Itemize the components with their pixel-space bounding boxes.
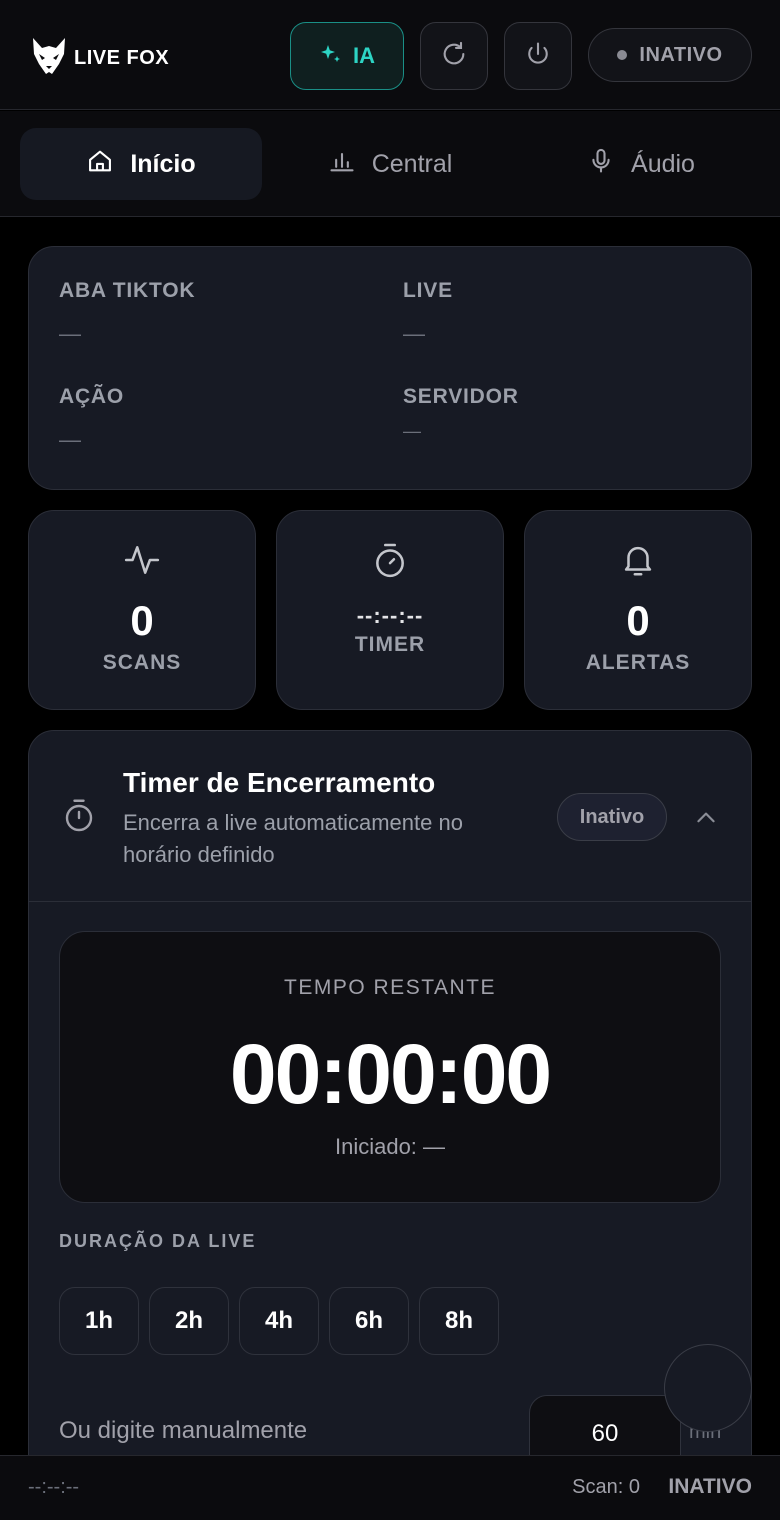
refresh-button[interactable]: [420, 22, 488, 90]
remaining-label: TEMPO RESTANTE: [284, 976, 496, 999]
main-nav: Início Central Áudio: [0, 111, 780, 217]
bar-chart-icon: [328, 147, 356, 182]
timer-stat-value: --:--:--: [356, 603, 424, 628]
home-icon: [86, 147, 114, 182]
preset-4h-button[interactable]: 4h: [239, 1287, 319, 1355]
refresh-icon: [440, 40, 468, 73]
app-header: LIVE FOX IA INATIVO: [0, 0, 780, 110]
timer-card-title: Timer de Encerramento: [123, 767, 436, 798]
aba-tiktok-value: —: [59, 321, 81, 346]
scans-label: SCANS: [102, 651, 182, 674]
status-dot: [617, 50, 628, 60]
preset-2h-button[interactable]: 2h: [149, 1287, 229, 1355]
microphone-icon: [587, 147, 615, 182]
chevron-up-icon[interactable]: [693, 805, 719, 836]
scans-stat-card: 0 SCANS: [28, 510, 256, 710]
divider: [29, 901, 751, 902]
preset-1h-button[interactable]: 1h: [59, 1287, 139, 1355]
ia-button-label: IA: [353, 43, 375, 68]
stopwatch-icon: [277, 541, 503, 579]
tab-label: Áudio: [631, 149, 695, 178]
aba-tiktok-label: ABA TIKTOK: [59, 279, 196, 302]
countdown-display: TEMPO RESTANTE 00:00:00 Iniciado: —: [59, 931, 721, 1203]
footer-scan-count: Scan: 0: [572, 1476, 640, 1498]
footer-time: --:--:--: [28, 1476, 80, 1498]
tab-inicio[interactable]: Início: [20, 128, 262, 200]
brand-name: LIVE FOX: [74, 47, 170, 69]
timer-stat-card: --:--:-- TIMER: [276, 510, 504, 710]
power-icon: [524, 40, 552, 73]
timer-card-subtitle: Encerra a live automaticamente no horári…: [123, 810, 463, 867]
brand-logo: LIVE FOX: [30, 36, 169, 81]
started-at: Iniciado: —: [334, 1134, 446, 1159]
servidor-value: —: [403, 421, 421, 441]
scans-count: 0: [130, 597, 154, 644]
bell-icon: [525, 541, 751, 579]
stopwatch-icon: [61, 797, 97, 838]
floating-action-button[interactable]: [664, 1344, 752, 1432]
remaining-time: 00:00:00: [229, 1027, 552, 1121]
footer-status: INATIVO: [668, 1475, 752, 1498]
live-label: LIVE: [403, 279, 453, 302]
activity-icon: [29, 541, 255, 579]
timer-stat-label: TIMER: [354, 633, 426, 656]
tab-label: Central: [371, 149, 453, 178]
alerts-count: 0: [626, 597, 650, 644]
timer-status-badge: Inativo: [557, 793, 667, 841]
alerts-label: ALERTAS: [585, 651, 691, 674]
sparkle-icon: [319, 42, 343, 71]
status-text: INATIVO: [639, 43, 723, 66]
power-button[interactable]: [504, 22, 572, 90]
preset-8h-button[interactable]: 8h: [419, 1287, 499, 1355]
preset-6h-button[interactable]: 6h: [329, 1287, 409, 1355]
status-pill: INATIVO: [588, 28, 752, 82]
fox-icon: [30, 36, 68, 81]
tab-label: Início: [130, 149, 196, 178]
session-info-card: ABA TIKTOK — LIVE — AÇÃO — SERVIDOR —: [28, 246, 752, 490]
ia-button[interactable]: IA: [290, 22, 404, 90]
shutdown-timer-card: Timer de Encerramento Encerra a live aut…: [28, 730, 752, 1520]
alerts-stat-card: 0 ALERTAS: [524, 510, 752, 710]
status-footer: --:--:-- Scan: 0 INATIVO: [0, 1455, 780, 1520]
duration-presets: 1h 2h 4h 6h 8h: [59, 1287, 499, 1355]
tab-audio[interactable]: Áudio: [530, 128, 752, 200]
tab-central[interactable]: Central: [280, 128, 500, 200]
acao-label: AÇÃO: [59, 385, 125, 408]
manual-duration-label: Ou digite manualmente: [59, 1417, 308, 1444]
live-value: —: [403, 321, 425, 346]
duration-label: DURAÇÃO DA LIVE: [59, 1231, 257, 1251]
acao-value: —: [59, 427, 81, 452]
servidor-label: SERVIDOR: [403, 385, 519, 408]
